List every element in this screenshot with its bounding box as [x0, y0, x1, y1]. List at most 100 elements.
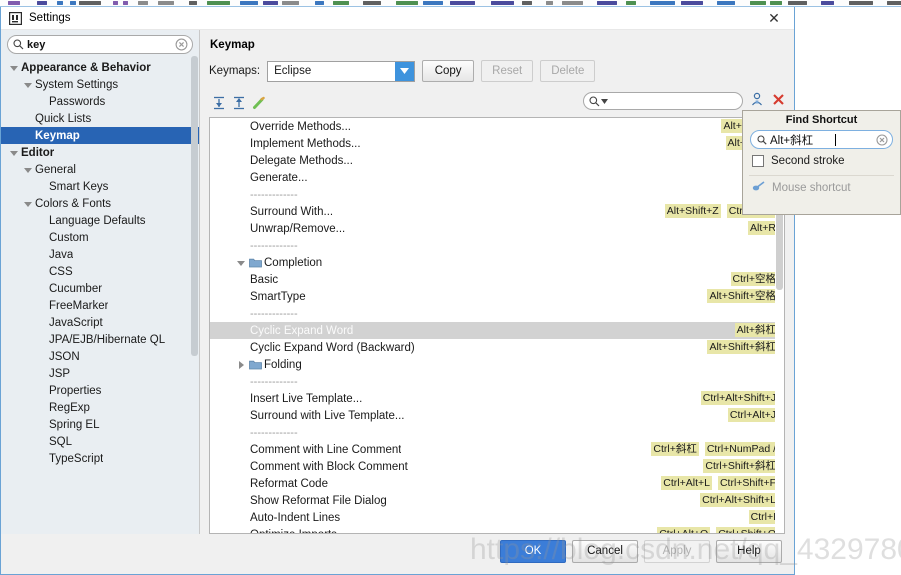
- apply-button: Apply: [644, 540, 710, 563]
- keymap-row-show-reformat-file-dialog[interactable]: Show Reformat File Dialog Ctrl+Alt+Shift+…: [210, 492, 784, 509]
- find-shortcut-input[interactable]: Alt+斜杠: [750, 130, 893, 149]
- sidebar-item-label: Custom: [49, 232, 89, 244]
- keymap-row-comment-with-block-comment[interactable]: Comment with Block Comment Ctrl+Shift+斜杠: [210, 458, 784, 475]
- keymap-tools-row: [209, 91, 785, 114]
- chevron-down-icon[interactable]: [7, 64, 21, 72]
- tree-separator: -------------: [210, 186, 784, 203]
- keymap-row-insert-live-template[interactable]: Insert Live Template... Ctrl+Alt+Shift+J: [210, 390, 784, 407]
- sidebar-item-css[interactable]: CSS: [1, 263, 199, 280]
- keymap-row-optimize-imports[interactable]: Optimize ImportsCtrl+Alt+OCtrl+Shift+O: [210, 526, 784, 534]
- ok-button[interactable]: OK: [500, 540, 566, 563]
- chevron-down-icon[interactable]: [21, 166, 35, 174]
- sidebar-item-passwords[interactable]: Passwords: [1, 93, 199, 110]
- shortcut-badge: Ctrl+I: [749, 510, 778, 524]
- keymap-row-implement-methods[interactable]: Implement Methods...Alt+Shift+I: [210, 135, 784, 152]
- expand-all-icon[interactable]: [209, 93, 229, 113]
- sidebar-item-java[interactable]: Java: [1, 246, 199, 263]
- chevron-down-icon[interactable]: [395, 62, 414, 81]
- tree-separator: -------------: [210, 237, 784, 254]
- keymap-row-auto-indent-lines[interactable]: Auto-Indent Lines Ctrl+I: [210, 509, 784, 526]
- sidebar-item-json[interactable]: JSON: [1, 348, 199, 365]
- keymap-row-cyclic-expand-word-backward[interactable]: Cyclic Expand Word (Backward) Alt+Shift+斜…: [210, 339, 784, 356]
- sidebar-item-keymap[interactable]: Keymap: [1, 127, 199, 144]
- chevron-down-icon[interactable]: [21, 81, 35, 89]
- sidebar-item-label: Java: [49, 249, 73, 261]
- keymap-filter-row: [583, 92, 785, 110]
- sidebar-item-general[interactable]: General: [1, 161, 199, 178]
- shortcut-badge: Ctrl+Alt+O: [657, 527, 710, 534]
- sidebar-item-jsp[interactable]: JSP: [1, 365, 199, 382]
- keymap-row-smarttype[interactable]: SmartType Alt+Shift+空格: [210, 288, 784, 305]
- close-icon[interactable]: ✕: [754, 7, 794, 30]
- settings-search-input[interactable]: key: [7, 35, 193, 54]
- sidebar-item-properties[interactable]: Properties: [1, 382, 199, 399]
- keymaps-toolbar: Keymaps: Eclipse Copy Reset Delete: [209, 60, 785, 82]
- cancel-button[interactable]: Cancel: [572, 540, 638, 563]
- keymap-row-delegate-methods[interactable]: Delegate Methods...Alt+D: [210, 152, 784, 169]
- keymap-row-unwrap-remove[interactable]: Unwrap/Remove... Alt+R: [210, 220, 784, 237]
- keymap-row-generate[interactable]: Generate...: [210, 169, 784, 186]
- copy-keymap-button[interactable]: Copy: [422, 60, 474, 82]
- sidebar-item-label: Language Defaults: [49, 215, 146, 227]
- chevron-right-icon[interactable]: [234, 361, 247, 369]
- dialog-footer: OK Cancel Apply Help: [1, 534, 794, 574]
- settings-search-value: key: [24, 39, 175, 51]
- sidebar-item-jpa-ejb-hibernate-ql[interactable]: JPA/EJB/Hibernate QL: [1, 331, 199, 348]
- keymap-row-override-methods[interactable]: Override Methods...Alt+Shift+S: [210, 118, 784, 135]
- keymap-action-tree[interactable]: Override Methods...Alt+Shift+SImplement …: [209, 117, 785, 534]
- keymap-select[interactable]: Eclipse: [267, 61, 415, 82]
- sidebar-item-language-defaults[interactable]: Language Defaults: [1, 212, 199, 229]
- sidebar-item-typescript[interactable]: TypeScript: [1, 450, 199, 467]
- keymap-action-label: Comment with Line Comment: [250, 444, 401, 456]
- keymap-row-reformat-code[interactable]: Reformat Code Ctrl+Alt+L Ctrl+Shift+F: [210, 475, 784, 492]
- sidebar-scrollbar-thumb[interactable]: [191, 56, 198, 356]
- collapse-all-icon[interactable]: [229, 93, 249, 113]
- sidebar-item-colors-fonts[interactable]: Colors & Fonts: [1, 195, 199, 212]
- second-stroke-checkbox[interactable]: [752, 155, 764, 167]
- shortcut-badge: Alt+Shift+Z: [665, 204, 721, 218]
- keymap-action-label: Delegate Methods...: [250, 155, 353, 167]
- edit-shortcut-icon[interactable]: [249, 93, 269, 113]
- keymap-row-surround-with[interactable]: Surround With...Alt+Shift+ZCtrl+Alt+T: [210, 203, 784, 220]
- chevron-down-icon[interactable]: [234, 259, 247, 267]
- keymap-folder-folding[interactable]: Folding: [210, 356, 784, 373]
- keymap-folder-completion[interactable]: Completion: [210, 254, 784, 271]
- clear-filter-icon[interactable]: [772, 93, 785, 109]
- sidebar-item-editor[interactable]: Editor: [1, 144, 199, 161]
- reset-keymap-button: Reset: [481, 60, 533, 82]
- sidebar-item-javascript[interactable]: JavaScript: [1, 314, 199, 331]
- chevron-down-icon[interactable]: [7, 149, 21, 157]
- settings-category-tree[interactable]: Appearance & Behavior System Settings Pass…: [1, 58, 199, 534]
- keymap-row-basic[interactable]: Basic Ctrl+空格: [210, 271, 784, 288]
- search-icon: [757, 135, 767, 145]
- sidebar-scrollbar[interactable]: [191, 56, 198, 530]
- keymap-row-surround-with-live-template[interactable]: Surround with Live Template... Ctrl+Alt+J: [210, 407, 784, 424]
- sidebar-item-quick-lists[interactable]: Quick Lists: [1, 110, 199, 127]
- sidebar-item-custom[interactable]: Custom: [1, 229, 199, 246]
- second-stroke-row[interactable]: Second stroke: [743, 149, 900, 167]
- sidebar-item-cucumber[interactable]: Cucumber: [1, 280, 199, 297]
- separator-label: -------------: [250, 427, 298, 439]
- find-shortcut-input-container: Alt+斜杠: [743, 128, 900, 149]
- sidebar-item-smart-keys[interactable]: Smart Keys: [1, 178, 199, 195]
- search-icon: [13, 39, 24, 50]
- sidebar-item-label: JavaScript: [49, 317, 103, 329]
- sidebar-item-regexp[interactable]: RegExp: [1, 399, 199, 416]
- clear-icon[interactable]: [175, 38, 188, 51]
- sidebar-item-system-settings[interactable]: System Settings: [1, 76, 199, 93]
- sidebar-item-spring-el[interactable]: Spring EL: [1, 416, 199, 433]
- keymap-row-cyclic-expand-word[interactable]: Cyclic Expand Word Alt+斜杠: [210, 322, 784, 339]
- tree-separator: -------------: [210, 373, 784, 390]
- sidebar-item-sql[interactable]: SQL: [1, 433, 199, 450]
- keymap-filter-input[interactable]: [583, 92, 743, 110]
- shortcut-badge: Ctrl+Alt+J: [728, 408, 778, 422]
- help-button[interactable]: Help: [716, 540, 782, 563]
- sidebar-item-appearance-behavior[interactable]: Appearance & Behavior: [1, 59, 199, 76]
- mouse-shortcut-row[interactable]: Mouse shortcut: [743, 176, 900, 195]
- keymap-action-label: Surround with Live Template...: [250, 410, 404, 422]
- clear-icon[interactable]: [876, 134, 888, 146]
- sidebar-item-freemarker[interactable]: FreeMarker: [1, 297, 199, 314]
- keymap-row-comment-with-line-comment[interactable]: Comment with Line Comment Ctrl+斜杠 Ctrl+Num…: [210, 441, 784, 458]
- find-by-shortcut-icon[interactable]: [750, 92, 765, 110]
- chevron-down-icon[interactable]: [21, 200, 35, 208]
